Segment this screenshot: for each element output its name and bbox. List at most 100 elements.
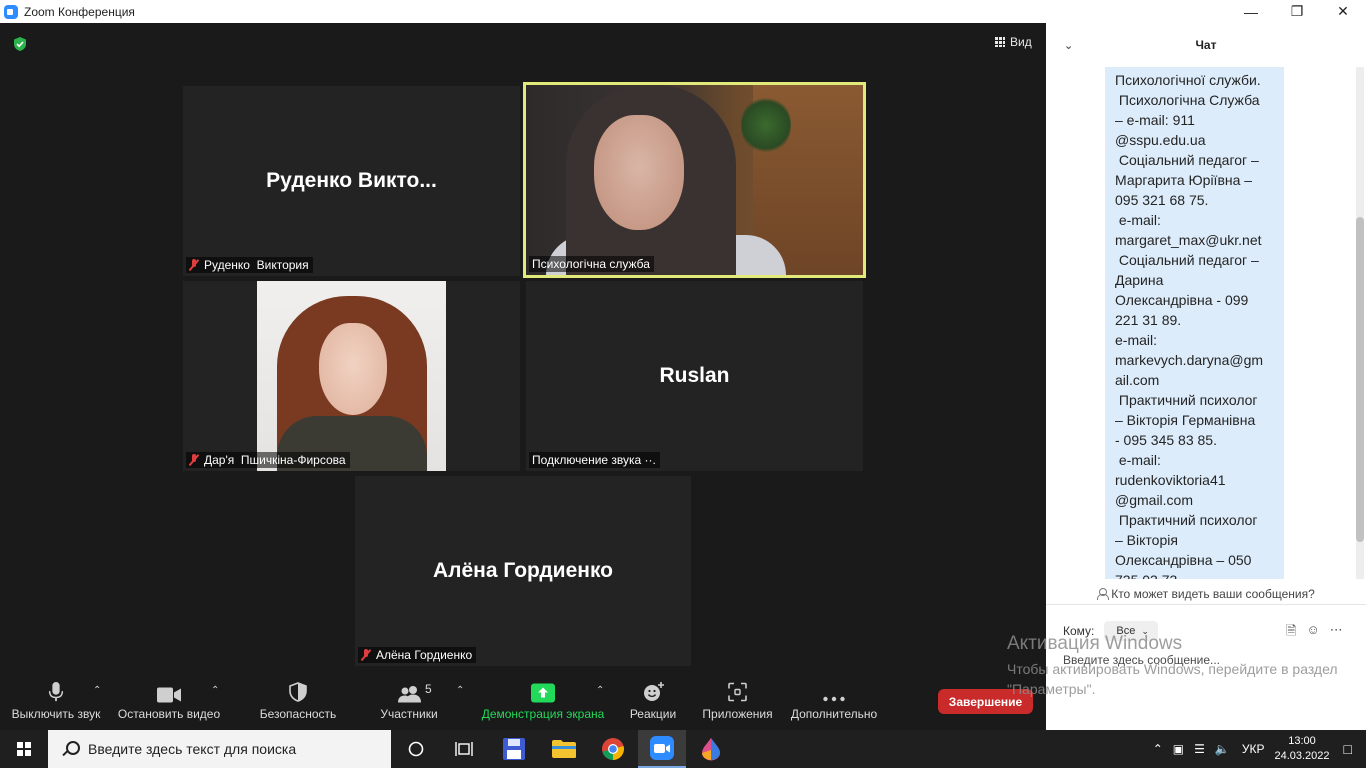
muted-mic-icon [189, 259, 199, 271]
recipient-row: Кому: Все ⌄ [1063, 621, 1159, 641]
input-language[interactable]: УКР [1242, 742, 1265, 756]
video-camera-icon [157, 687, 181, 703]
chevron-down-icon[interactable]: ⌄ [1064, 39, 1074, 52]
windows-logo-icon [17, 742, 31, 756]
window-title: Zoom Конференция [24, 4, 135, 19]
chat-scrollbar-thumb[interactable] [1356, 217, 1364, 542]
stop-video-button[interactable]: Остановить видео [117, 673, 221, 730]
participant-name-display: Руденко Викто... [266, 169, 437, 192]
share-screen-button[interactable]: Демонстрация экрана [481, 673, 605, 730]
taskbar-app-chrome[interactable] [589, 730, 637, 768]
audio-options-chevron-icon[interactable]: ⌃ [93, 685, 101, 696]
mute-label: Выключить звук [11, 707, 101, 721]
participant-video [526, 85, 863, 275]
clock-time: 13:00 [1288, 735, 1316, 747]
recipient-value: Все [1116, 625, 1136, 637]
reactions-label: Реакции [629, 707, 677, 721]
reactions-icon [644, 682, 664, 701]
taskbar-app-save[interactable] [490, 730, 538, 768]
chat-messages[interactable]: Психологічної служби. Психологічна Служб… [1046, 67, 1366, 579]
meeting-area: Вид Руденко Викто... Руденко Виктория Пс… [0, 23, 1046, 730]
share-screen-icon [531, 683, 555, 703]
participant-tile[interactable]: Ruslan Подключение звука ··. [526, 281, 863, 471]
task-view-button[interactable] [440, 730, 488, 768]
folder-icon [552, 740, 576, 758]
participants-count: 5 [425, 682, 432, 696]
more-button[interactable]: Дополнительно [789, 673, 879, 730]
reactions-button[interactable]: Реакции [628, 673, 678, 730]
participant-label-text: Психологічна служба [532, 257, 650, 271]
chat-scrollbar[interactable] [1356, 67, 1364, 579]
person-icon [1097, 588, 1110, 600]
device-icon[interactable]: ▣ [1173, 742, 1184, 756]
participants-icon [398, 686, 421, 703]
participant-tile[interactable]: Дар'я Пшичкіна-Фирсова [183, 281, 520, 471]
participants-button[interactable]: 5 Участники [372, 673, 446, 730]
participant-label-text: Подключение звука ··. [532, 453, 656, 467]
muted-mic-icon [189, 454, 199, 466]
video-label: Остановить видео [117, 707, 221, 721]
emoji-icon[interactable]: ☺ [1306, 622, 1319, 644]
participant-video [257, 281, 446, 471]
more-label: Дополнительно [790, 707, 878, 721]
volume-icon[interactable]: 🔈 [1215, 742, 1230, 756]
taskbar-search-input[interactable] [88, 741, 378, 757]
taskbar-app-paint[interactable] [687, 730, 735, 768]
participants-chevron-icon[interactable]: ⌃ [456, 685, 464, 696]
participant-name-display: Ruslan [659, 364, 730, 387]
shield-icon [289, 682, 307, 702]
search-icon [62, 741, 80, 757]
restore-button[interactable]: ❐ [1274, 0, 1320, 23]
taskbar-app-file-explorer[interactable] [540, 730, 588, 768]
video-options-chevron-icon[interactable]: ⌃ [211, 685, 219, 696]
notifications-icon[interactable]: □ [1344, 741, 1352, 757]
end-meeting-button[interactable]: Завершение [938, 689, 1033, 714]
chat-title: Чат [1195, 38, 1217, 52]
share-screen-label: Демонстрация экрана [481, 707, 605, 721]
chat-header: ⌄ Чат [1046, 23, 1366, 67]
participant-label-text: Руденко Виктория [204, 258, 309, 272]
window-controls: — ❐ ✕ [1228, 0, 1366, 23]
taskbar-search[interactable] [48, 730, 391, 768]
grid-icon [995, 37, 1005, 47]
security-shield-icon[interactable] [12, 36, 28, 52]
who-can-see-messages-link[interactable]: Кто может видеть ваши сообщения? [1046, 583, 1366, 605]
start-button[interactable] [0, 730, 48, 768]
view-button[interactable]: Вид [995, 35, 1032, 49]
close-button[interactable]: ✕ [1320, 0, 1366, 23]
muted-mic-icon [361, 649, 371, 661]
more-options-icon[interactable]: ⋯ [1330, 622, 1343, 644]
minimize-button[interactable]: — [1228, 0, 1274, 23]
taskbar-clock[interactable]: 13:00 24.03.2022 [1274, 734, 1329, 764]
mute-button[interactable]: Выключить звук [10, 673, 102, 730]
participant-label-text: Дар'я Пшичкіна-Фирсова [204, 453, 346, 467]
security-label: Безопасность [259, 707, 337, 721]
participant-tile[interactable]: Руденко Викто... Руденко Виктория [183, 86, 520, 276]
windows-taskbar: ⌃ ▣ ☰ 🔈 УКР 13:00 24.03.2022 □ [0, 730, 1366, 768]
paint-drop-icon [702, 738, 720, 761]
participant-label: Дар'я Пшичкіна-Фирсова [186, 452, 350, 468]
chat-message-input[interactable] [1063, 650, 1353, 670]
clock-date: 24.03.2022 [1274, 750, 1330, 762]
security-button[interactable]: Безопасность [258, 673, 338, 730]
participant-name-display: Алёна Гордиенко [432, 559, 614, 582]
floppy-disk-icon [503, 738, 525, 760]
zoom-logo-icon [4, 4, 18, 19]
task-view-icon [455, 742, 473, 756]
participant-tile[interactable]: Алёна Гордиенко Алёна Гордиенко [355, 476, 691, 666]
chrome-icon [602, 738, 624, 760]
apps-button[interactable]: Приложения [700, 673, 775, 730]
participant-tile-active-speaker[interactable]: Психологічна служба [523, 82, 866, 278]
chat-tools: 🗎 ☺ ⋯ [1286, 622, 1343, 644]
recipient-dropdown[interactable]: Все ⌄ [1104, 621, 1159, 641]
participant-label: Психологічна служба [529, 256, 654, 272]
network-icon[interactable]: ☰ [1194, 742, 1205, 756]
participant-label-text: Алёна Гордиенко [376, 648, 473, 662]
microphone-icon [48, 682, 64, 702]
taskbar-app-zoom[interactable] [638, 730, 686, 768]
share-options-chevron-icon[interactable]: ⌃ [596, 685, 604, 696]
apps-label: Приложения [702, 707, 773, 721]
file-icon[interactable]: 🗎 [1286, 622, 1296, 644]
cortana-button[interactable] [392, 730, 440, 768]
show-hidden-icons-chevron-icon[interactable]: ⌃ [1153, 742, 1163, 756]
